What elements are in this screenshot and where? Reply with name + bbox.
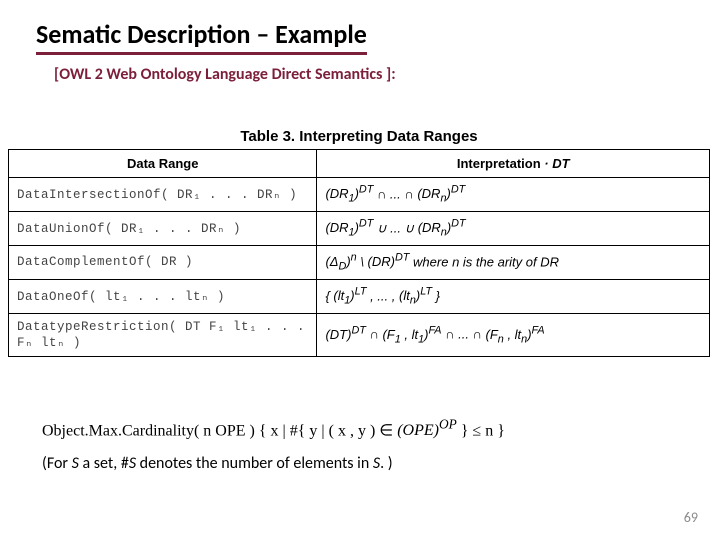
page-title: Sematic Description – Example — [36, 18, 367, 55]
data-range-table: Data Range Interpretation · DT DataInter… — [8, 149, 710, 357]
table-row: DataIntersectionOf( DR₁ . . . DRₙ ) (DR1… — [9, 178, 710, 212]
axiom-line: Object.Max.Cardinality( n OPE ) { x | #{… — [42, 417, 692, 440]
table-caption: Table 3. Interpreting Data Ranges — [8, 128, 710, 145]
cell-left: DataUnionOf( DR₁ . . . DRₙ ) — [9, 211, 317, 245]
cell-left: DataComplementOf( DR ) — [9, 245, 317, 279]
table3-wrap: Table 3. Interpreting Data Ranges Data R… — [8, 128, 710, 357]
table-body: DataIntersectionOf( DR₁ . . . DRₙ ) (DR1… — [9, 178, 710, 357]
table-row: DataOneOf( lt₁ . . . ltₙ ) { (lt1)LT , .… — [9, 279, 710, 313]
cell-left: DatatypeRestriction( DT F₁ lt₁ . . . Fₙ … — [9, 313, 317, 356]
table-row: DataUnionOf( DR₁ . . . DRₙ ) (DR1)DT ∪ .… — [9, 211, 710, 245]
table-row: DataComplementOf( DR ) (ΔD)n \ (DR)DT wh… — [9, 245, 710, 279]
col-interpretation: Interpretation · DT — [317, 150, 710, 178]
cell-right: (DR1)DT ∩ ... ∩ (DRn)DT — [317, 178, 710, 212]
note-line: (For S a set, #S denotes the number of e… — [42, 454, 692, 473]
col-interpretation-label: Interpretation — [457, 156, 541, 171]
table-row: DatatypeRestriction( DT F₁ lt₁ . . . Fₙ … — [9, 313, 710, 356]
col-data-range: Data Range — [9, 150, 317, 178]
cell-right: (DT)DT ∩ (F1 , lt1)FA ∩ ... ∩ (Fn , ltn)… — [317, 313, 710, 356]
slide-number: 69 — [684, 509, 698, 526]
table-header-row: Data Range Interpretation · DT — [9, 150, 710, 178]
slide: Sematic Description – Example [OWL 2 Web… — [0, 0, 720, 540]
cell-left: DataOneOf( lt₁ . . . ltₙ ) — [9, 279, 317, 313]
cell-right: (DR1)DT ∪ ... ∪ (DRn)DT — [317, 211, 710, 245]
cell-right: { (lt1)LT , ... , (ltn)LT } — [317, 279, 710, 313]
cell-right: (ΔD)n \ (DR)DT where n is the arity of D… — [317, 245, 710, 279]
bottom-block: Object.Max.Cardinality( n OPE ) { x | #{… — [42, 417, 692, 473]
cell-left: DataIntersectionOf( DR₁ . . . DRₙ ) — [9, 178, 317, 212]
col-interpretation-super: · DT — [544, 156, 569, 171]
subtitle-link: [OWL 2 Web Ontology Language Direct Sema… — [54, 65, 692, 84]
